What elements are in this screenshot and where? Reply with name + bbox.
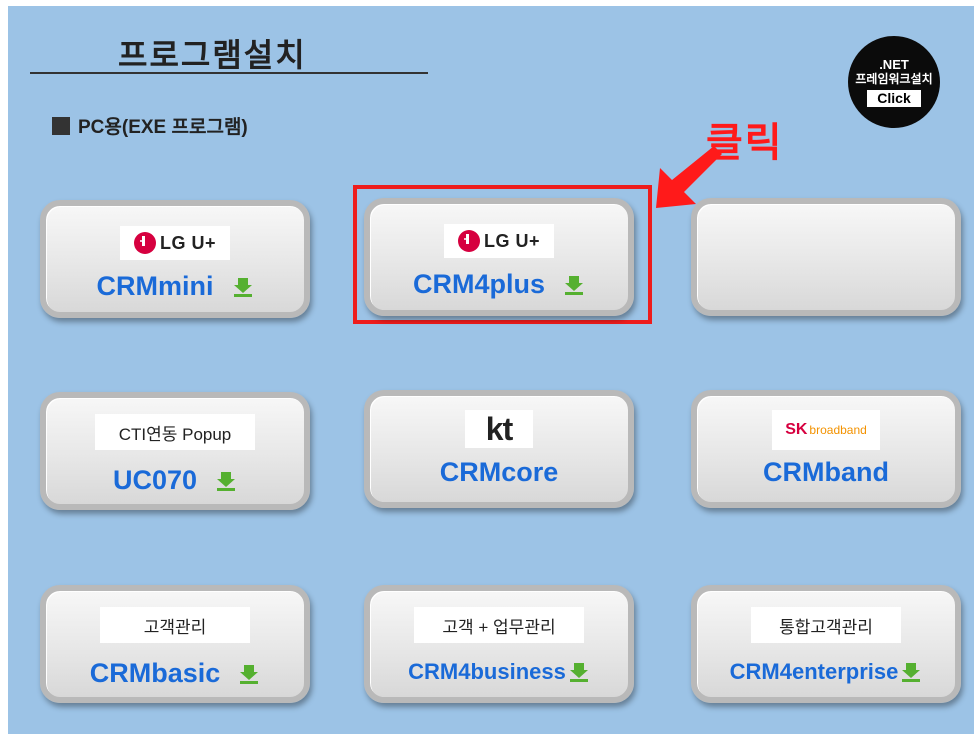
uc070-download-card[interactable]: CTI연동 Popup UC070 (40, 392, 310, 510)
download-icon (565, 275, 583, 295)
section-label-text: PC용(EXE 프로그램) (78, 117, 248, 138)
download-icon (240, 664, 259, 684)
lg-logo-icon (133, 232, 156, 254)
product-name-row: CRMband (697, 457, 955, 488)
card-label: 고객관리 (143, 617, 207, 637)
card-label: 고객 + 업무관리 (442, 617, 556, 637)
product-name: CRM4enterprise (729, 659, 899, 684)
product-name: CRMbasic (89, 658, 221, 688)
product-name: CRM4business (408, 659, 566, 684)
card-label: 통합고객관리 (779, 617, 873, 637)
crmcore-card[interactable]: kt CRMcore (364, 390, 634, 508)
net-badge-line1: .NET (879, 56, 909, 72)
product-name: CRMmini (96, 271, 214, 301)
crm4enterprise-download-card[interactable]: 통합고객관리 CRM4enterprise (691, 585, 961, 703)
net-badge-click-label: Click (867, 89, 921, 107)
product-name-row: UC070 (46, 465, 304, 496)
product-name-row: CRM4enterprise (697, 659, 955, 685)
sk-broadband-logo: SK broadband (772, 410, 880, 450)
product-name: CRMband (763, 457, 889, 487)
card-label-box: 통합고객관리 (751, 607, 901, 643)
crm4business-download-card[interactable]: 고객 + 업무관리 CRM4business (364, 585, 634, 703)
product-name-row: CRM4plus (370, 269, 628, 300)
product-name-row: CRMmini (46, 271, 304, 302)
product-name: CRMcore (439, 457, 559, 487)
title-underline (30, 72, 428, 74)
crmband-card[interactable]: SK broadband CRMband (691, 390, 961, 508)
square-bullet-icon (52, 116, 70, 135)
lg-uplus-logo: LG U+ (120, 226, 230, 260)
card-label-box: 고객관리 (100, 607, 250, 643)
product-name-row: CRMbasic (46, 658, 304, 689)
lg-logo-icon (457, 230, 480, 252)
crmmini-download-card[interactable]: LG U+ CRMmini (40, 200, 310, 318)
product-name-row: CRMcore (370, 457, 628, 488)
download-icon (217, 471, 236, 491)
crmbasic-download-card[interactable]: 고객관리 CRMbasic (40, 585, 310, 703)
lg-uplus-logo: LG U+ (444, 224, 554, 258)
sk-logo-text: SK (785, 421, 808, 438)
card-label-box: CTI연동 Popup (95, 414, 255, 450)
download-icon (569, 663, 588, 682)
page-title: 프로그램설치 (118, 37, 307, 73)
sk-logo-subtext: broadband (809, 423, 867, 437)
net-framework-install-button[interactable]: .NET 프레임워크설치 Click (848, 36, 940, 128)
download-icon (902, 663, 921, 682)
card-label: CTI연동 Popup (118, 424, 232, 444)
kt-logo-text: kt (485, 411, 513, 447)
crm4plus-download-card[interactable]: LG U+ CRM4plus (364, 198, 634, 316)
kt-logo: kt (465, 410, 533, 448)
lg-uplus-logo-text: LG U+ (159, 232, 216, 253)
empty-card[interactable] (691, 198, 961, 316)
card-label-box: 고객 + 업무관리 (414, 607, 584, 643)
product-name: UC070 (112, 465, 198, 495)
section-label: PC용(EXE 프로그램) (52, 112, 248, 139)
product-name: CRM4plus (412, 269, 545, 299)
download-icon (233, 277, 252, 297)
product-name-row: CRM4business (370, 659, 628, 685)
lg-uplus-logo-text: LG U+ (483, 230, 540, 251)
net-badge-line2: 프레임워크설치 (855, 71, 933, 86)
